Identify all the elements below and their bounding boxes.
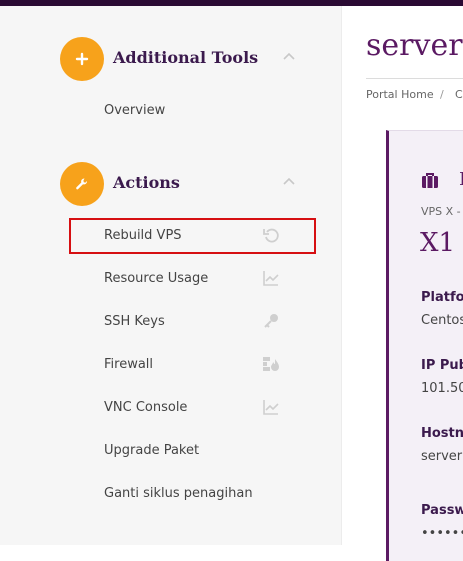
breadcrumb-separator: / — [440, 88, 444, 101]
sidebar-item-label: Firewall — [104, 357, 154, 372]
field-label-platform: Platfor — [421, 290, 463, 305]
breadcrumb-home[interactable]: Portal Home — [366, 88, 434, 101]
field-label-hostname: Hostna — [421, 426, 463, 441]
sidebar-item-upgrade-paket[interactable]: Upgrade Paket — [104, 440, 304, 462]
sidebar-item-vnc-console[interactable]: VNC Console — [104, 397, 304, 419]
field-label-password: Passw — [421, 503, 463, 518]
section-title: Additional Tools — [113, 48, 259, 67]
chevron-up-icon[interactable] — [282, 176, 296, 186]
key-icon — [264, 314, 278, 328]
sidebar-item-resource-usage[interactable]: Resource Usage — [104, 268, 304, 290]
wrench-icon — [60, 162, 104, 206]
sidebar-item-label: VNC Console — [104, 400, 188, 415]
product-name: X1 — [420, 228, 456, 258]
sidebar-item-ssh-keys[interactable]: SSH Keys — [104, 311, 304, 333]
briefcase-icon — [422, 173, 438, 188]
sidebar-divider — [341, 6, 342, 545]
field-value-hostname: server — [421, 449, 463, 464]
field-value-platform: Centos — [421, 313, 463, 328]
firewall-icon — [263, 357, 279, 371]
sidebar-item-label: Resource Usage — [104, 271, 209, 286]
sidebar-item-ganti-siklus-penagihan[interactable]: Ganti siklus penagihan — [104, 483, 304, 505]
sidebar-item-firewall[interactable]: Firewall — [104, 354, 304, 376]
title-divider — [366, 78, 463, 79]
section-header-actions[interactable]: Actions — [60, 162, 300, 206]
field-label-ip: IP Pub — [421, 358, 463, 373]
chevron-up-icon[interactable] — [282, 51, 296, 61]
sidebar-item-label: SSH Keys — [104, 314, 165, 329]
sidebar-item-label: Overview — [104, 103, 166, 118]
card-heading: I — [459, 169, 463, 190]
sidebar-item-label: Upgrade Paket — [104, 443, 200, 458]
field-value-password: •••••••• — [421, 526, 463, 541]
page-title: server — [366, 28, 463, 63]
chart-icon — [263, 400, 279, 415]
product-group: VPS X - — [421, 205, 461, 218]
breadcrumb-current[interactable]: Cl — [455, 88, 463, 101]
field-value-ip: 101.50 — [421, 381, 463, 396]
section-title: Actions — [113, 173, 180, 192]
section-header-additional-tools[interactable]: Additional Tools — [60, 37, 300, 81]
product-card — [386, 130, 463, 561]
chart-icon — [263, 271, 279, 286]
sidebar-item-label: Ganti siklus penagihan — [104, 486, 253, 501]
plus-icon — [60, 37, 104, 81]
sidebar-item-overview[interactable]: Overview — [104, 100, 304, 122]
highlight-box — [69, 218, 316, 254]
